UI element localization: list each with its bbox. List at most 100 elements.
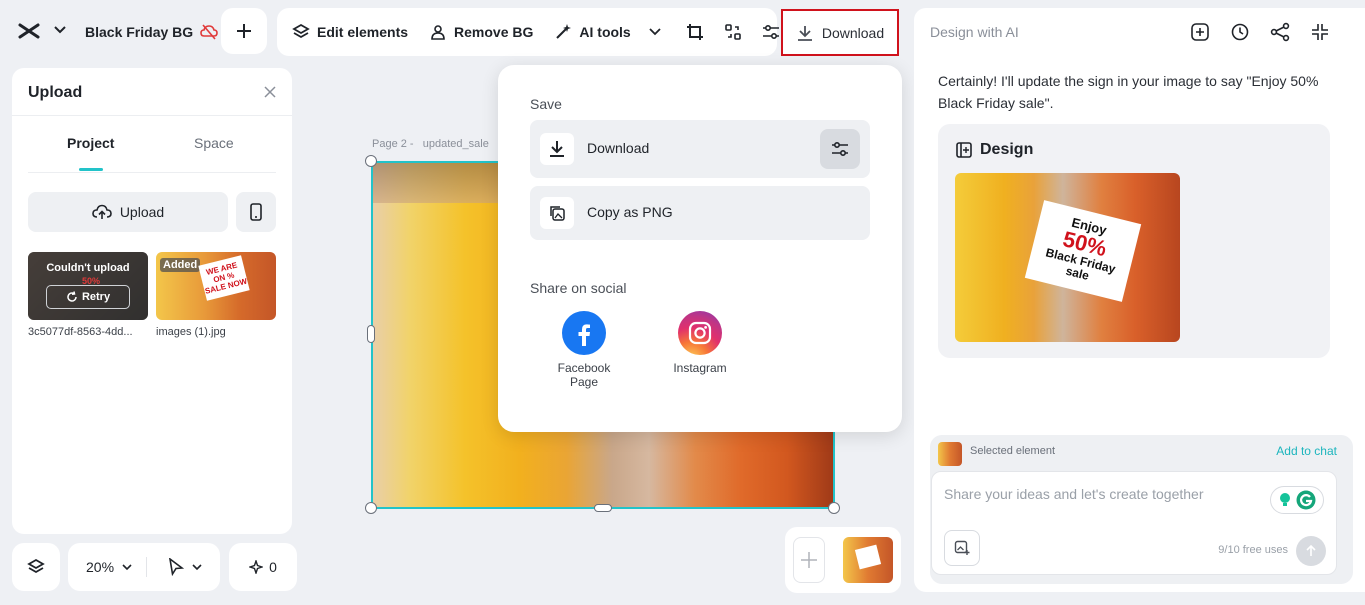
add-page-button[interactable] bbox=[793, 537, 825, 583]
design-card[interactable]: Design Enjoy 50% Black Friday sale bbox=[938, 124, 1330, 358]
ai-panel-title: Design with AI bbox=[930, 24, 1019, 40]
upload-panel-title: Upload bbox=[28, 84, 83, 101]
download-popup: Save Download Copy as PNG Share on socia… bbox=[498, 65, 902, 432]
chevron-down-icon[interactable] bbox=[192, 564, 202, 571]
instagram-label: Instagram bbox=[673, 361, 727, 375]
grammarly-widget[interactable] bbox=[1270, 486, 1324, 514]
resize-handle[interactable] bbox=[365, 155, 377, 167]
resize-handle[interactable] bbox=[828, 502, 840, 514]
resize-handle[interactable] bbox=[367, 325, 375, 343]
ai-tools-label: AI tools bbox=[579, 24, 631, 40]
edit-elements-button[interactable]: Edit elements bbox=[291, 22, 408, 42]
chat-composer: Selected element Add to chat 9/10 free u… bbox=[930, 435, 1353, 584]
page-number: Page 2 - bbox=[372, 138, 414, 150]
send-button[interactable] bbox=[1296, 536, 1326, 566]
share-section-label: Share on social bbox=[530, 280, 627, 296]
retry-button[interactable]: Retry bbox=[46, 285, 130, 309]
attach-image-button[interactable] bbox=[944, 530, 980, 566]
magic-wand-icon bbox=[553, 22, 573, 42]
filename: images (1).jpg bbox=[156, 326, 226, 338]
layers-icon bbox=[27, 558, 45, 574]
adjust-button[interactable] bbox=[761, 22, 781, 42]
upload-from-phone-button[interactable] bbox=[236, 192, 276, 232]
capcut-logo-icon[interactable] bbox=[18, 22, 40, 40]
cloud-offline-icon[interactable] bbox=[200, 24, 218, 40]
download-option-label: Download bbox=[587, 140, 650, 156]
add-to-chat-link[interactable]: Add to chat bbox=[1276, 444, 1337, 458]
download-option[interactable]: Download bbox=[530, 120, 870, 178]
sliders-icon bbox=[761, 22, 781, 42]
sliders-icon bbox=[832, 141, 848, 157]
page-thumbnail[interactable] bbox=[843, 537, 893, 583]
transform-button[interactable] bbox=[723, 22, 743, 42]
edit-elements-label: Edit elements bbox=[317, 24, 409, 40]
ai-panel: Design with AI Certainly! I'll update th… bbox=[914, 8, 1365, 592]
scrollbar[interactable] bbox=[286, 254, 290, 344]
upload-button[interactable]: Upload bbox=[28, 192, 228, 232]
chat-input[interactable] bbox=[944, 486, 1254, 502]
pointer-icon[interactable] bbox=[168, 558, 184, 576]
zoom-control: 20% bbox=[68, 543, 220, 591]
free-uses-counter: 9/10 free uses bbox=[1218, 544, 1288, 556]
sale-sign: Enjoy 50% Black Friday sale bbox=[1024, 200, 1142, 302]
person-icon bbox=[428, 22, 448, 42]
arrow-up-icon bbox=[1306, 545, 1316, 556]
crop-button[interactable] bbox=[685, 22, 705, 42]
remove-bg-label: Remove BG bbox=[454, 24, 534, 40]
retry-label: Retry bbox=[81, 291, 111, 303]
transform-icon bbox=[723, 22, 743, 42]
cloud-upload-icon bbox=[92, 204, 112, 220]
layers-button[interactable] bbox=[12, 543, 60, 591]
ai-message: Certainly! I'll update the sign in your … bbox=[938, 73, 1319, 111]
history-icon[interactable] bbox=[1230, 22, 1250, 42]
ai-credits-button[interactable]: 0 bbox=[229, 543, 297, 591]
upload-item-failed[interactable]: Couldn't upload 50% Retry bbox=[28, 252, 148, 320]
download-button[interactable]: Download bbox=[781, 9, 899, 56]
refresh-icon bbox=[67, 291, 77, 302]
facebook-label-line2: Page bbox=[569, 375, 599, 389]
page-label: Page 2 - updated_sale bbox=[372, 138, 489, 150]
grammarly-icon bbox=[1296, 490, 1316, 510]
added-badge: Added bbox=[160, 258, 201, 272]
share-instagram[interactable]: Instagram bbox=[660, 311, 740, 375]
toolbar: Edit elements Remove BG AI tools bbox=[277, 8, 779, 56]
save-section-label: Save bbox=[530, 96, 562, 112]
upload-item-added[interactable]: Added WE ARE ON % SALE NOW bbox=[156, 252, 276, 320]
design-result-image[interactable]: Enjoy 50% Black Friday sale bbox=[955, 173, 1180, 342]
upload-failed-label: Couldn't upload bbox=[46, 262, 130, 274]
active-tab-indicator bbox=[79, 168, 103, 171]
phone-icon bbox=[250, 203, 262, 221]
filename: 3c5077df-8563-4dd... bbox=[28, 326, 133, 338]
close-icon[interactable] bbox=[264, 86, 276, 98]
chevron-down-icon[interactable] bbox=[122, 564, 132, 571]
copy-image-icon bbox=[540, 197, 574, 229]
remove-bg-button[interactable]: Remove BG bbox=[428, 22, 533, 42]
ai-tools-button[interactable]: AI tools bbox=[553, 22, 664, 42]
add-page-button[interactable] bbox=[221, 8, 267, 54]
share-facebook-page[interactable]: Facebook Page bbox=[544, 311, 624, 389]
share-icon[interactable] bbox=[1270, 22, 1290, 42]
tab-space[interactable]: Space bbox=[194, 135, 234, 151]
sparkle-icon bbox=[249, 560, 264, 574]
facebook-icon bbox=[562, 311, 606, 355]
ai-credits-count: 0 bbox=[269, 559, 277, 575]
project-title[interactable]: Black Friday BG bbox=[85, 24, 193, 40]
collapse-icon[interactable] bbox=[1310, 22, 1330, 42]
zoom-level[interactable]: 20% bbox=[86, 559, 114, 575]
design-card-title: Design bbox=[980, 141, 1034, 158]
tab-project[interactable]: Project bbox=[67, 135, 114, 151]
download-label: Download bbox=[821, 24, 885, 41]
resize-handle[interactable] bbox=[594, 504, 612, 512]
copy-as-png-option[interactable]: Copy as PNG bbox=[530, 186, 870, 240]
chevron-down-icon[interactable] bbox=[54, 26, 66, 34]
new-chat-icon[interactable] bbox=[1190, 22, 1210, 42]
download-settings-button[interactable] bbox=[820, 129, 860, 169]
divider bbox=[146, 557, 147, 577]
page-strip bbox=[785, 527, 901, 593]
download-icon bbox=[540, 133, 574, 165]
design-icon bbox=[955, 141, 973, 159]
crop-icon bbox=[685, 22, 705, 42]
chevron-down-icon bbox=[645, 22, 665, 42]
resize-handle[interactable] bbox=[365, 502, 377, 514]
instagram-icon bbox=[678, 311, 722, 355]
